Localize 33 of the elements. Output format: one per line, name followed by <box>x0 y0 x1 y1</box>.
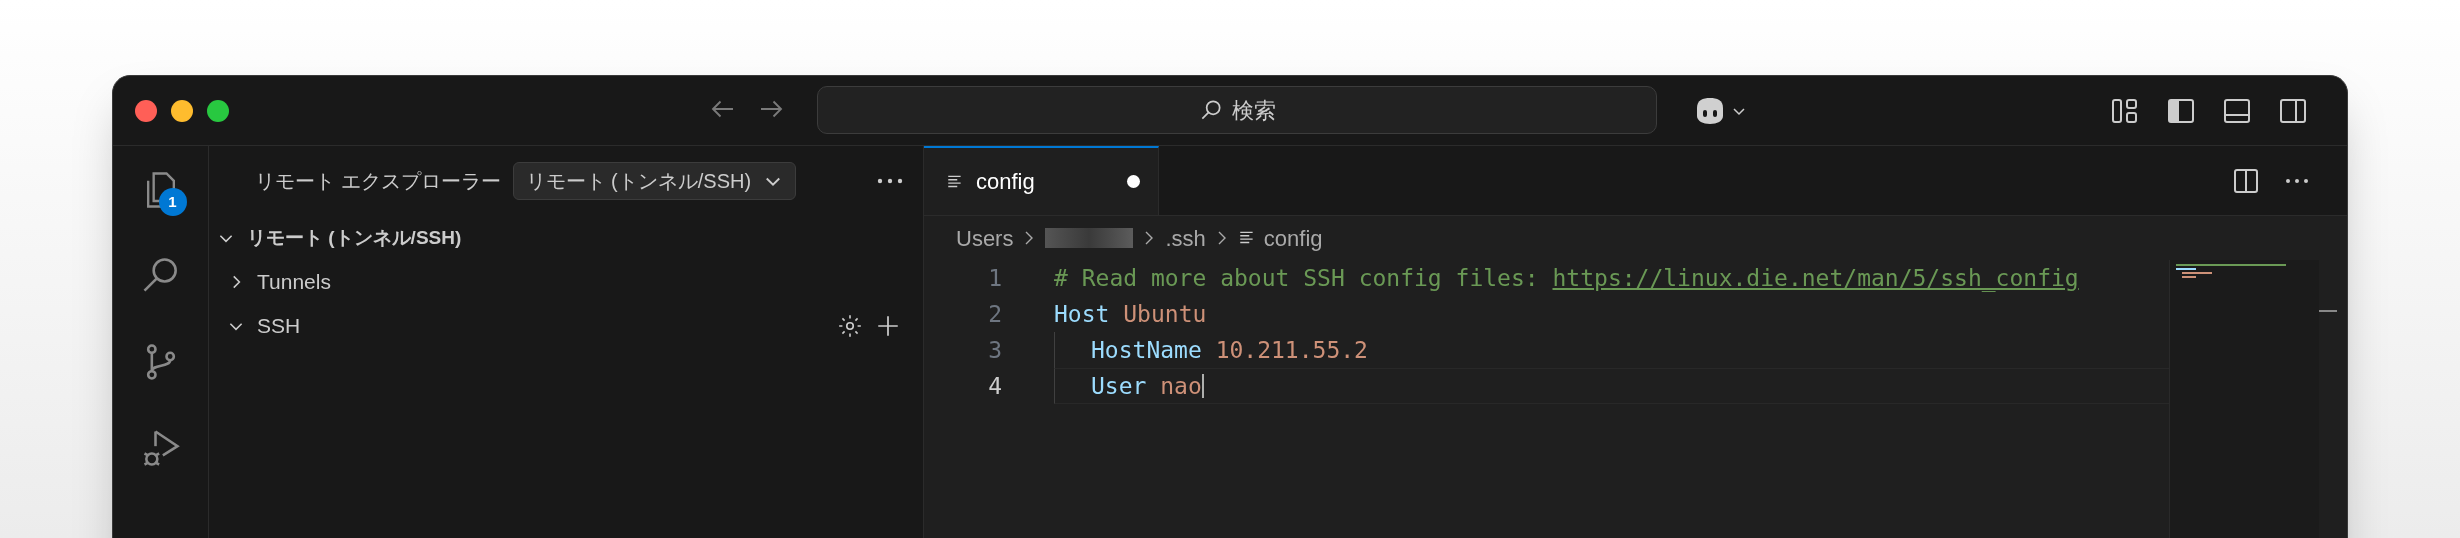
breadcrumb-item[interactable]: Users <box>956 221 1014 255</box>
line-number: 4 <box>987 371 1002 401</box>
breadcrumb-item[interactable]: .ssh <box>1165 221 1206 255</box>
line-number: 2 <box>987 299 1002 329</box>
close-button[interactable] <box>135 99 157 122</box>
zoom-button[interactable] <box>207 99 229 122</box>
search-placeholder: 検索 <box>1232 96 1276 125</box>
search-field[interactable]: 検索 <box>817 86 1657 134</box>
code-line: Host Ubuntu <box>1054 299 1208 329</box>
code-line: # Read more about SSH config files: https://linux.die.net/man/5/ssh_config <box>1054 263 2080 294</box>
code-line: User nao <box>1054 368 2169 404</box>
line-number: 1 <box>987 263 1002 293</box>
sidebar-title: リモート エクスプローラー <box>255 169 501 194</box>
settings-icon[interactable] <box>837 313 863 339</box>
secondary-sidebar-toggle-icon[interactable] <box>2279 98 2307 124</box>
tree-item[interactable]: Tunnels <box>209 260 923 304</box>
tree-item[interactable]: SSH <box>209 304 923 348</box>
add-icon[interactable] <box>875 313 901 339</box>
breadcrumb-item[interactable]: config <box>1237 221 1323 255</box>
tree-section-header[interactable]: リモート (トンネル/SSH) <box>209 216 923 260</box>
panel-toggle-icon[interactable] <box>2223 98 2251 124</box>
view-dropdown[interactable]: リモート (トンネル/SSH) <box>512 162 797 200</box>
primary-sidebar-toggle-icon[interactable] <box>2167 98 2195 124</box>
layout-customize-icon[interactable] <box>2111 98 2139 124</box>
editor-tab[interactable]: config <box>924 146 1159 215</box>
more-actions-icon[interactable] <box>877 178 903 184</box>
line-number: 3 <box>987 335 1002 365</box>
split-editor-icon[interactable] <box>2233 167 2259 194</box>
minimize-button[interactable] <box>171 99 193 122</box>
activity-button[interactable]: 1 <box>130 160 191 220</box>
notification-badge: 1 <box>158 188 187 216</box>
more-actions-icon[interactable] <box>2285 177 2309 184</box>
text-cursor <box>1201 374 1204 398</box>
